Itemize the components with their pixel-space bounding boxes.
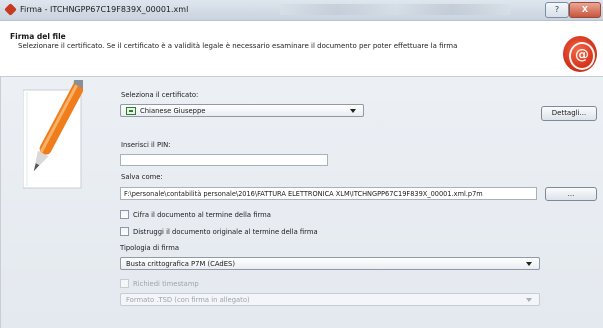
close-button[interactable]: X [569,2,601,18]
timestamp-format-select[interactable]: Formato .TSD (con firma in allegato) [120,293,540,306]
pen-icon [23,80,83,189]
save-path-input[interactable]: F:\personale\contabilità personale\2016\… [120,187,537,200]
chevron-down-icon [526,262,532,266]
timestamp-label: Richiedi timestamp [133,280,199,288]
red-seal-icon: @ [563,36,597,72]
signature-type-label: Tipologia di firma [120,244,179,252]
window-title: Firma - ITCHNGPP67C19F839X_00001.xml [20,5,189,14]
chevron-down-icon [526,298,532,302]
browse-button[interactable]: ... [545,187,597,201]
encrypt-checkbox[interactable] [120,210,129,219]
signature-app-icon [4,3,17,16]
timestamp-checkbox[interactable] [120,279,129,288]
dialog-header: Firma del file Selezionare il certificat… [0,21,603,77]
help-button[interactable]: ? [545,2,569,18]
signature-type-select[interactable]: Busta crittografica P7M (CAdES) [120,257,540,270]
certificate-icon [126,107,136,115]
header-title: Firma del file [10,32,66,41]
destroy-original-checkbox[interactable] [120,227,129,236]
destroy-original-label: Distruggi il documento originale al term… [133,228,318,236]
header-subtitle: Selezionare il certificato. Se il certif… [18,42,458,50]
title-bar-background-blur [280,4,510,15]
save-as-label: Salva come: [121,173,163,181]
certificate-label: Seleziona il certificato: [121,91,199,99]
pin-input[interactable] [120,154,328,166]
panel-divider [0,77,1,328]
certificate-value: Chianese Giuseppe [140,107,206,115]
chevron-down-icon [350,109,356,113]
signature-type-value: Busta crittografica P7M (CAdES) [126,260,235,268]
save-path-value: F:\personale\contabilità personale\2016\… [124,190,483,198]
details-button[interactable]: Dettagli... [541,106,597,121]
certificate-select[interactable]: Chianese Giuseppe [120,104,364,117]
timestamp-format-value: Formato .TSD (con firma in allegato) [126,296,250,304]
encrypt-label: Cifra il documento al termine della firm… [133,211,271,219]
title-bar: Firma - ITCHNGPP67C19F839X_00001.xml ? X [0,0,603,21]
seal-glyph: @ [569,42,595,70]
pin-label: Inserisci il PIN: [121,141,171,149]
